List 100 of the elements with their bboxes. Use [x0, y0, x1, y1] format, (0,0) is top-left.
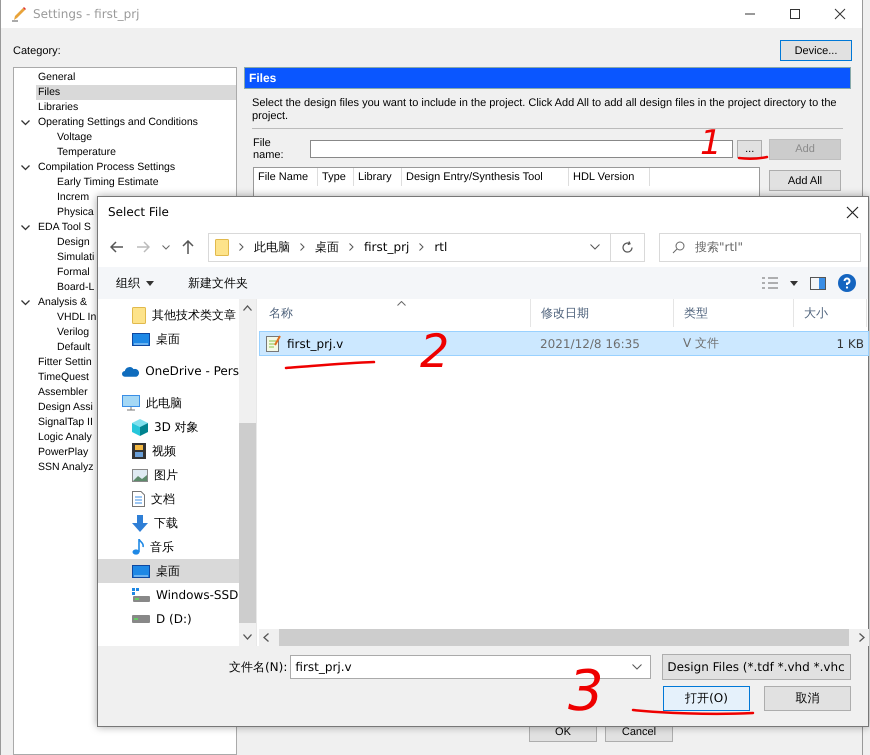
scroll-up-icon[interactable] [243, 305, 252, 311]
search-field[interactable]: 搜索"rtl" [659, 232, 861, 262]
tree-item[interactable]: VHDL In [55, 310, 98, 325]
dropdown-icon[interactable] [790, 280, 798, 286]
scroll-left-icon[interactable] [263, 633, 269, 642]
breadcrumb[interactable]: 桌面 [315, 238, 339, 256]
cancel-button[interactable]: 取消 [764, 686, 851, 711]
column-header[interactable]: File Name [254, 168, 318, 186]
tree-item[interactable]: Simulati [55, 250, 96, 265]
tree-item[interactable]: EDA Tool S [36, 220, 93, 235]
sort-icon[interactable] [397, 301, 406, 306]
nav-item[interactable]: 此电脑 [98, 391, 239, 415]
open-button[interactable]: 打开(O) [663, 686, 750, 711]
scroll-down-icon[interactable] [243, 634, 252, 640]
nav-item[interactable]: 下载 [98, 511, 239, 535]
handwritten-number: 1 [700, 126, 722, 160]
chevron-icon[interactable] [21, 164, 30, 170]
column-header[interactable]: Library [354, 168, 402, 186]
tree-item[interactable]: TimeQuest [36, 370, 91, 385]
tree-item[interactable]: Board-L [55, 280, 96, 295]
chevron-icon[interactable] [21, 224, 30, 230]
chevron-icon [419, 243, 424, 251]
nav-item[interactable]: 图片 [98, 463, 239, 487]
preview-pane-icon[interactable] [810, 276, 826, 290]
file-name: first_prj.v [287, 336, 344, 350]
add-all-button[interactable]: Add All [769, 170, 841, 191]
tree-item[interactable]: Logic Analy [36, 430, 94, 445]
tree-item[interactable]: Physica [55, 205, 96, 220]
desktop-icon [132, 564, 150, 578]
breadcrumb[interactable]: first_prj [364, 240, 410, 254]
drive-icon [132, 615, 150, 623]
toolbar-button[interactable]: 组织 [116, 274, 154, 292]
scrollbar[interactable] [239, 299, 256, 646]
file-type-dropdown[interactable]: Design Files (*.tdf *.vhd *.vhc [662, 654, 852, 680]
tree-item[interactable]: Design Assi [36, 400, 95, 415]
refresh-button[interactable] [611, 232, 645, 262]
close-icon[interactable] [834, 8, 846, 20]
tree-item[interactable]: Analysis & [36, 295, 90, 310]
column-header[interactable]: 大小 [794, 299, 867, 327]
nav-item[interactable]: Windows-SSD [98, 583, 239, 607]
dropdown-icon[interactable] [632, 664, 642, 670]
breadcrumb[interactable]: 此电脑 [254, 238, 290, 256]
caret-icon[interactable] [146, 280, 154, 286]
maximize-icon[interactable] [789, 8, 801, 20]
tree-item[interactable]: Files [36, 85, 236, 100]
tree-item[interactable]: PowerPlay [36, 445, 90, 460]
column-header[interactable]: Design Entry/Synthesis Tool [402, 168, 569, 186]
tree-item[interactable]: Temperature [55, 145, 118, 160]
device-button[interactable]: Device... [780, 40, 852, 61]
drive-icon [132, 588, 150, 602]
nav-item[interactable]: 文档 [98, 487, 239, 511]
nav-item[interactable]: 其他技术类文章 [98, 303, 239, 327]
chevron-icon[interactable] [21, 300, 30, 306]
tree-item[interactable]: Voltage [55, 130, 94, 145]
file-size: 1 KB [835, 336, 865, 350]
column-header[interactable]: 名称 [259, 299, 531, 327]
help-icon[interactable] [838, 274, 856, 292]
view-list-icon[interactable] [762, 277, 778, 289]
tree-item[interactable]: SignalTap II [36, 415, 95, 430]
scroll-right-icon[interactable] [859, 633, 865, 642]
cloud-icon [122, 366, 140, 376]
nav-item[interactable]: 音乐 [98, 535, 239, 559]
nav-item[interactable]: OneDrive - Pers [98, 359, 239, 383]
nav-item[interactable]: 桌面 [98, 559, 239, 583]
column-header[interactable]: Type [318, 168, 354, 186]
dialog-title: Select File [108, 205, 169, 219]
scrollbar[interactable] [259, 629, 869, 646]
tree-item[interactable]: Increm [55, 190, 92, 205]
breadcrumb[interactable]: rtl [434, 240, 448, 254]
dropdown-icon[interactable] [590, 244, 600, 250]
tree-item[interactable]: Compilation Process Settings [36, 160, 178, 175]
computer-icon [122, 395, 140, 411]
tree-item[interactable]: Verilog [55, 325, 92, 340]
nav-item[interactable]: 桌面 [98, 327, 239, 351]
tree-item[interactable]: General [36, 70, 78, 85]
tree-item[interactable]: Default [55, 340, 92, 355]
column-header[interactable]: 修改日期 [531, 299, 674, 327]
nav-item[interactable]: 视频 [98, 439, 239, 463]
tree-item[interactable]: Fitter Settin [36, 355, 94, 370]
up-icon[interactable] [182, 240, 194, 254]
back-icon[interactable] [110, 241, 124, 253]
tree-item[interactable]: Operating Settings and Conditions [36, 115, 200, 130]
tree-item[interactable]: Formal [55, 265, 92, 280]
tree-item[interactable]: SSN Analyz [36, 460, 96, 475]
chevron-icon[interactable] [21, 120, 30, 126]
description-text: Select the design files you want to include in the project. Click Add All to add all design files in the project directory to the project. [251, 96, 838, 123]
close-icon[interactable] [846, 206, 859, 218]
column-header[interactable]: HDL Version [569, 168, 650, 186]
dropdown-icon[interactable] [162, 244, 170, 250]
tree-item[interactable]: Assembler [36, 385, 90, 400]
column-header[interactable]: 类型 [674, 299, 794, 327]
toolbar-button[interactable]: 新建文件夹 [188, 274, 248, 292]
browse-button[interactable]: ... [737, 140, 762, 158]
address-bar[interactable]: 此电脑 桌面 first_prj rtl [208, 232, 611, 262]
nav-item[interactable]: D (D:) [98, 607, 239, 631]
film-icon [132, 443, 146, 459]
nav-item[interactable]: 3D 对象 [98, 415, 239, 439]
tree-item[interactable]: Early Timing Estimate [55, 175, 161, 190]
tree-item[interactable]: Libraries [36, 100, 80, 115]
tree-item[interactable]: Design [55, 235, 92, 250]
